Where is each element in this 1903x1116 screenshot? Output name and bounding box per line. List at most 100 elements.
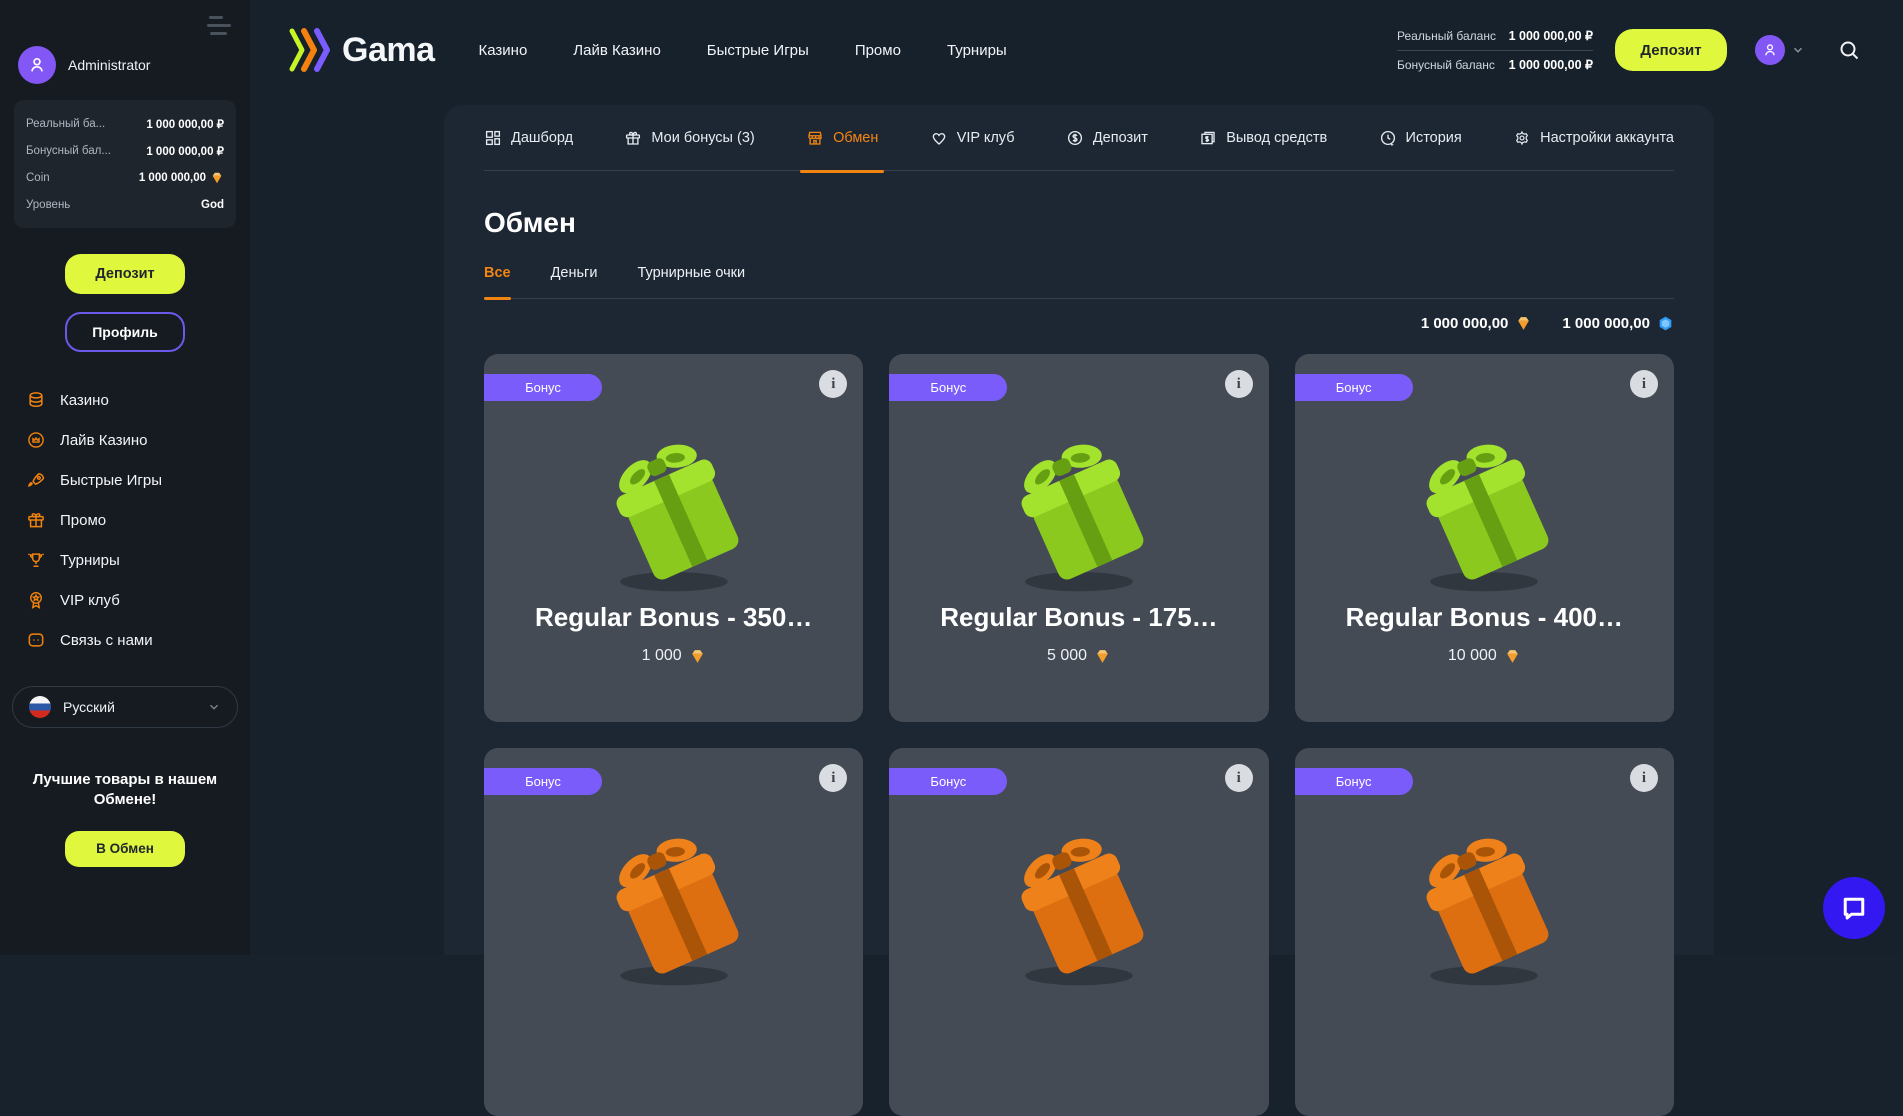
search-icon[interactable] [1837,38,1861,62]
gift-image [1295,800,1674,992]
bonus-badge: Бонус [1295,374,1413,401]
balance-label: Coin [26,172,50,184]
tab-label: VIP клуб [957,130,1015,146]
avatar [1755,35,1785,65]
top-nav-tournaments[interactable]: Турниры [947,42,1007,59]
casino-icon [26,390,46,410]
user-icon [1761,41,1779,59]
filter-tournament-points[interactable]: Турнирные очки [637,265,745,298]
info-icon[interactable]: i [1630,764,1658,792]
top-right: Реальный баланс 1 000 000,00 ₽ Бонусный … [1397,24,1861,77]
bonus-cards-grid: Бонус i Regular Bonus - 350… 1 000 [484,354,1674,1116]
bonus-card[interactable]: Бонус i Regular Bonus - 350… 1 000 [484,354,863,722]
dashboard-icon [484,129,502,147]
wallet-points-balance: 1 000 000,00 [1562,315,1674,332]
chevron-down-icon [207,700,221,714]
bonus-card[interactable]: Бонус i [1295,748,1674,1116]
brand-logo[interactable]: Gama [286,27,435,73]
tournaments-icon [26,550,46,570]
user-icon [26,54,48,76]
tab-deposit[interactable]: Депозит [1066,105,1148,171]
sidebar-user[interactable]: Administrator [18,46,250,84]
tab-label: Депозит [1093,130,1148,146]
settings-icon [1513,129,1531,147]
info-icon[interactable]: i [819,764,847,792]
top-nav-promo[interactable]: Промо [855,42,901,59]
top-nav-casino[interactable]: Казино [479,42,528,59]
tab-label: Обмен [833,130,878,146]
account-menu[interactable] [1755,35,1805,65]
bonus-card[interactable]: Бонус i [889,748,1268,1116]
coin-icon [1066,129,1084,147]
gift-image [1295,406,1674,598]
top-nav-live-casino[interactable]: Лайв Казино [573,42,661,59]
info-icon[interactable]: i [1630,370,1658,398]
bonus-balance-value: 1 000 000,00 ₽ [1509,57,1593,72]
bonus-price: 1 000 [484,647,863,665]
info-icon[interactable]: i [1225,764,1253,792]
brand-name: Gama [342,31,435,70]
account-panel: Дашборд Мои бонусы (3) Обмен [444,105,1714,955]
sidebar-deposit-button[interactable]: Депозит [65,254,185,294]
bonus-balance-label: Бонусный баланс [1397,58,1495,72]
filter-all[interactable]: Все [484,265,511,298]
balance-divider [1397,50,1593,51]
sidebar-nav: Казино Лайв Казино Быстрые Игры Промо [0,380,250,660]
filter-money[interactable]: Деньги [551,265,598,298]
gem-orange-icon [689,648,706,665]
top-nav-fast-games[interactable]: Быстрые Игры [707,42,809,59]
tab-history[interactable]: История [1379,105,1462,171]
sidebar-item-live-casino[interactable]: Лайв Казино [0,420,250,460]
user-name: Administrator [68,57,150,73]
sidebar-item-contact[interactable]: Связь с нами [0,620,250,660]
hamburger-menu-icon[interactable] [204,16,234,42]
sidebar-item-vip[interactable]: VIP клуб [0,580,250,620]
bonus-title: Regular Bonus - 350… [484,602,863,633]
header-deposit-button[interactable]: Депозит [1615,29,1727,71]
fast-games-icon [26,470,46,490]
language-selector[interactable]: Русский [12,686,238,728]
wallet-row: 1 000 000,00 1 000 000,00 [484,315,1674,332]
bonus-badge: Бонус [484,768,602,795]
chat-widget-button[interactable] [1823,877,1885,939]
tab-withdraw[interactable]: Вывод средств [1199,105,1327,171]
info-icon[interactable]: i [819,370,847,398]
bonus-badge: Бонус [484,374,602,401]
sidebar-item-fast-games[interactable]: Быстрые Игры [0,460,250,500]
heart-icon [930,129,948,147]
sidebar-item-promo[interactable]: Промо [0,500,250,540]
bonus-card[interactable]: Бонус i Regular Bonus - 175… 5 000 [889,354,1268,722]
vip-icon [26,590,46,610]
balance-row-bonus: Бонусный бал... 1 000 000,00 ₽ [26,137,224,164]
sidebar-item-label: VIP клуб [60,592,120,609]
sidebar-item-tournaments[interactable]: Турниры [0,540,250,580]
account-tabs: Дашборд Мои бонусы (3) Обмен [484,105,1674,171]
gem-orange-icon [1515,315,1532,332]
tab-label: История [1406,130,1462,146]
bonus-badge: Бонус [889,374,1007,401]
balance-value: 1 000 000,00 [139,171,224,185]
to-shop-button[interactable]: В Обмен [65,831,185,867]
sidebar-profile-button[interactable]: Профиль [65,312,185,352]
sidebar-item-casino[interactable]: Казино [0,380,250,420]
balance-value: God [201,199,224,211]
wallet-coin-balance: 1 000 000,00 [1421,315,1533,332]
tab-vip-club[interactable]: VIP клуб [930,105,1015,171]
withdraw-icon [1199,129,1217,147]
top-nav: Казино Лайв Казино Быстрые Игры Промо Ту… [479,42,1007,59]
info-icon[interactable]: i [1225,370,1253,398]
tab-exchange[interactable]: Обмен [806,105,878,171]
bonus-price: 5 000 [889,647,1268,665]
sidebar-item-label: Промо [60,512,106,529]
gift-image [484,406,863,598]
bonus-badge: Бонус [889,768,1007,795]
tab-label: Вывод средств [1226,130,1327,146]
bonus-card[interactable]: Бонус i Regular Bonus - 400… 10 000 [1295,354,1674,722]
tab-account-settings[interactable]: Настройки аккаунта [1513,105,1674,171]
tab-dashboard[interactable]: Дашборд [484,105,573,171]
tab-my-bonuses[interactable]: Мои бонусы (3) [624,105,754,171]
balance-value: 1 000 000,00 ₽ [146,117,224,131]
bonus-card[interactable]: Бонус i [484,748,863,1116]
sidebar-item-label: Казино [60,392,109,409]
real-balance-row: Реальный баланс 1 000 000,00 ₽ [1397,24,1593,48]
